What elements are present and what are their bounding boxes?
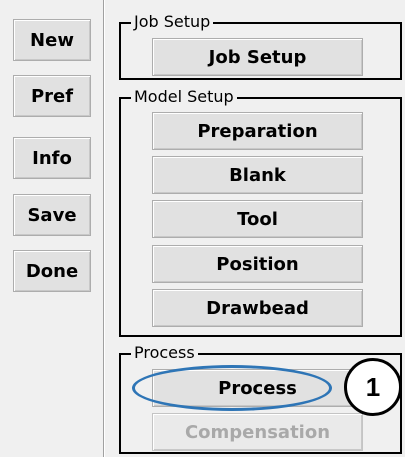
info-button[interactable]: Info (13, 137, 91, 179)
step-number-badge: 1 (344, 358, 402, 416)
position-button[interactable]: Position (152, 245, 363, 283)
compensation-button: Compensation (152, 413, 363, 451)
tool-button[interactable]: Tool (152, 200, 363, 238)
job-setup-legend: Job Setup (131, 12, 214, 32)
process-button[interactable]: Process (152, 369, 363, 407)
drawbead-button[interactable]: Drawbead (152, 289, 363, 327)
sidebar-divider-highlight (104, 0, 105, 457)
new-button[interactable]: New (13, 19, 91, 61)
done-button[interactable]: Done (13, 250, 91, 292)
blank-button[interactable]: Blank (152, 156, 363, 194)
save-button[interactable]: Save (13, 194, 91, 236)
preparation-button[interactable]: Preparation (152, 112, 363, 150)
model-setup-legend: Model Setup (131, 87, 237, 107)
pref-button[interactable]: Pref (13, 75, 91, 117)
process-legend: Process (131, 343, 198, 363)
job-setup-button[interactable]: Job Setup (152, 38, 363, 76)
